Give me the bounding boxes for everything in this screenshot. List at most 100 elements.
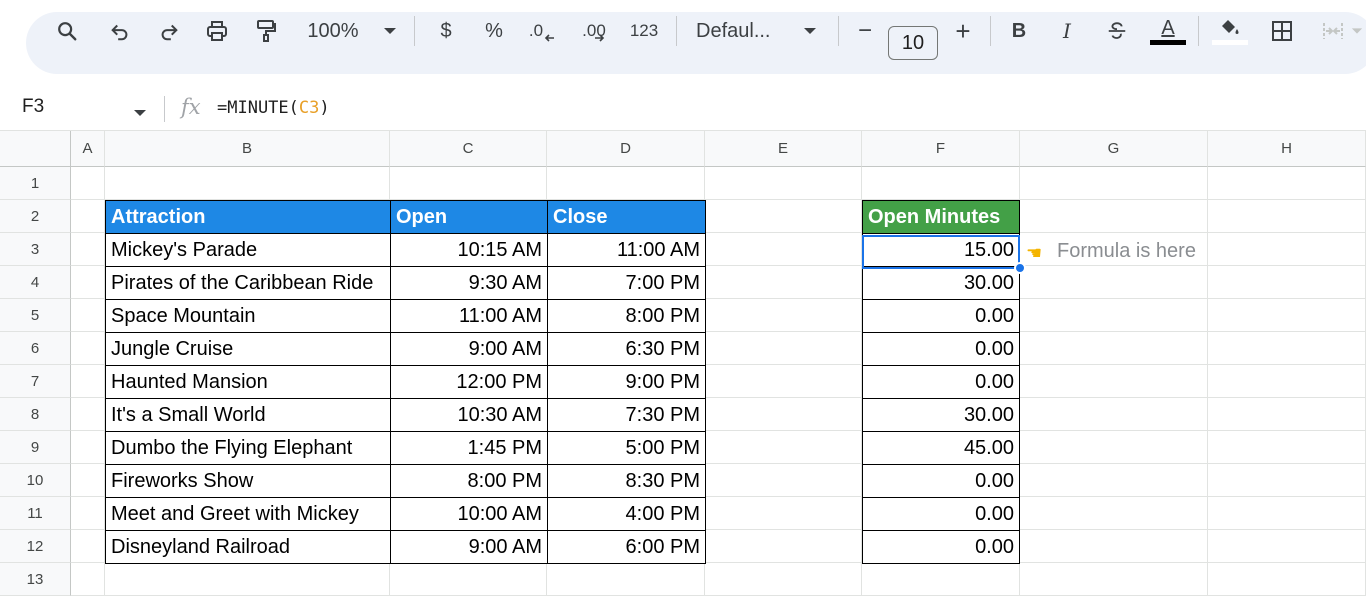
empty-cell[interactable] [705, 464, 862, 497]
row-header[interactable]: 10 [0, 464, 71, 497]
empty-cell[interactable] [705, 497, 862, 530]
font-size-input[interactable]: 10 [888, 26, 938, 60]
open-time-cell[interactable]: 10:15 AM [390, 233, 548, 267]
empty-cell[interactable] [1020, 266, 1208, 299]
column-header-g[interactable]: G [1020, 131, 1208, 167]
open-minutes-cell[interactable]: 45.00 [862, 431, 1020, 465]
italic-button[interactable]: I [1054, 0, 1080, 62]
empty-cell[interactable] [390, 167, 547, 200]
row-header[interactable]: 7 [0, 365, 71, 398]
caret-down-icon[interactable] [1350, 0, 1364, 62]
caret-down-icon[interactable] [133, 104, 147, 122]
row-header[interactable]: 13 [0, 563, 71, 596]
attraction-cell[interactable]: Haunted Mansion [105, 365, 391, 399]
row-header[interactable]: 2 [0, 200, 71, 233]
empty-cell[interactable] [1208, 530, 1366, 563]
close-time-cell[interactable]: 6:00 PM [547, 530, 706, 564]
empty-cell[interactable] [71, 398, 105, 431]
formula-input[interactable]: =MINUTE(C3) [217, 98, 330, 118]
header-cell-close[interactable]: Close [547, 200, 706, 234]
select-all-corner[interactable] [0, 131, 71, 167]
empty-cell[interactable] [1208, 167, 1366, 200]
empty-cell[interactable] [71, 200, 105, 233]
open-time-cell[interactable]: 1:45 PM [390, 431, 548, 465]
empty-cell[interactable] [71, 530, 105, 563]
empty-cell[interactable] [1208, 563, 1366, 596]
column-header-b[interactable]: B [105, 131, 390, 167]
header-cell-open-minutes[interactable]: Open Minutes [862, 200, 1020, 234]
empty-cell[interactable] [1208, 398, 1366, 431]
open-minutes-cell[interactable]: 0.00 [862, 299, 1020, 333]
open-minutes-cell[interactable]: 30.00 [862, 398, 1020, 432]
row-header[interactable]: 11 [0, 497, 71, 530]
row-header[interactable]: 1 [0, 167, 71, 200]
attraction-cell[interactable]: Jungle Cruise [105, 332, 391, 366]
close-time-cell[interactable]: 5:00 PM [547, 431, 706, 465]
empty-cell[interactable] [705, 365, 862, 398]
empty-cell[interactable] [547, 167, 705, 200]
close-time-cell[interactable]: 8:00 PM [547, 299, 706, 333]
row-header[interactable]: 3 [0, 233, 71, 266]
open-time-cell[interactable]: 9:00 AM [390, 530, 548, 564]
zoom-select[interactable]: 100% [300, 0, 366, 62]
open-time-cell[interactable]: 10:30 AM [390, 398, 548, 432]
column-header-a[interactable]: A [71, 131, 105, 167]
row-header[interactable]: 9 [0, 431, 71, 464]
open-minutes-cell[interactable]: 0.00 [862, 464, 1020, 498]
empty-cell[interactable] [862, 563, 1020, 596]
empty-cell[interactable] [1020, 497, 1208, 530]
empty-cell[interactable] [71, 563, 105, 596]
attraction-cell[interactable]: Dumbo the Flying Elephant [105, 431, 391, 465]
currency-format-button[interactable]: $ [432, 0, 460, 62]
empty-cell[interactable] [71, 266, 105, 299]
undo-icon[interactable] [106, 0, 134, 62]
empty-cell[interactable] [547, 563, 705, 596]
empty-cell[interactable] [1208, 200, 1366, 233]
open-minutes-cell[interactable]: 0.00 [862, 332, 1020, 366]
open-time-cell[interactable]: 11:00 AM [390, 299, 548, 333]
percent-format-button[interactable]: % [480, 0, 508, 62]
open-minutes-cell[interactable]: 0.00 [862, 365, 1020, 399]
empty-cell[interactable] [705, 530, 862, 563]
empty-cell[interactable] [1020, 398, 1208, 431]
empty-cell[interactable] [1020, 530, 1208, 563]
column-header-h[interactable]: H [1208, 131, 1366, 167]
row-header[interactable]: 4 [0, 266, 71, 299]
open-minutes-cell[interactable]: 0.00 [862, 497, 1020, 531]
close-time-cell[interactable]: 4:00 PM [547, 497, 706, 531]
close-time-cell[interactable]: 11:00 AM [547, 233, 706, 267]
empty-cell[interactable] [71, 365, 105, 398]
header-cell-open[interactable]: Open [390, 200, 548, 234]
attraction-cell[interactable]: Space Mountain [105, 299, 391, 333]
open-time-cell[interactable]: 10:00 AM [390, 497, 548, 531]
close-time-cell[interactable]: 8:30 PM [547, 464, 706, 498]
empty-cell[interactable] [1208, 497, 1366, 530]
empty-cell[interactable] [1208, 266, 1366, 299]
redo-icon[interactable] [155, 0, 183, 62]
attraction-cell[interactable]: Mickey's Parade [105, 233, 391, 267]
text-color-button[interactable]: A [1150, 0, 1186, 62]
increase-decimal-button[interactable]: .00 [576, 0, 612, 62]
close-time-cell[interactable]: 6:30 PM [547, 332, 706, 366]
empty-cell[interactable] [705, 167, 862, 200]
open-time-cell[interactable]: 12:00 PM [390, 365, 548, 399]
open-time-cell[interactable]: 8:00 PM [390, 464, 548, 498]
decrease-font-size-button[interactable]: − [852, 0, 878, 62]
row-header[interactable]: 12 [0, 530, 71, 563]
empty-cell[interactable] [1208, 332, 1366, 365]
attraction-cell[interactable]: Fireworks Show [105, 464, 391, 498]
borders-icon[interactable] [1268, 0, 1296, 62]
open-time-cell[interactable]: 9:30 AM [390, 266, 548, 300]
print-icon[interactable] [202, 0, 232, 62]
empty-cell[interactable] [105, 563, 390, 596]
attraction-cell[interactable]: Pirates of the Caribbean Ride [105, 266, 391, 300]
merge-cells-icon[interactable] [1318, 0, 1348, 62]
empty-cell[interactable] [862, 167, 1020, 200]
column-header-f[interactable]: F [862, 131, 1020, 167]
empty-cell[interactable] [705, 398, 862, 431]
column-header-d[interactable]: D [547, 131, 705, 167]
empty-cell[interactable] [1020, 431, 1208, 464]
empty-cell[interactable] [71, 233, 105, 266]
header-cell-attraction[interactable]: Attraction [105, 200, 391, 234]
paint-format-icon[interactable] [252, 0, 280, 62]
